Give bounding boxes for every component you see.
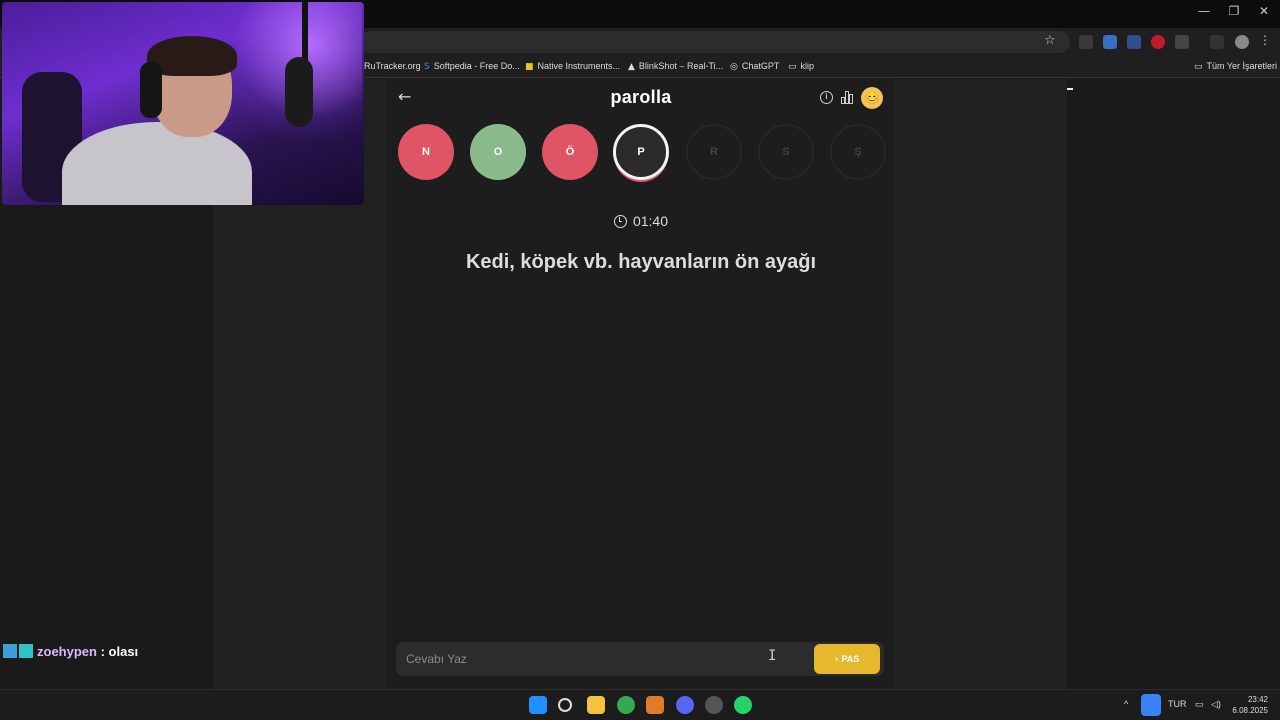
discord-icon[interactable]	[676, 696, 694, 714]
tray-chevron-up-icon[interactable]: ^	[1124, 699, 1128, 709]
restore-button[interactable]: ❐	[1219, 4, 1249, 18]
all-bookmarks[interactable]: ▭ Tüm Yer İşaretleri	[1194, 61, 1277, 72]
close-window-button[interactable]: ✕	[1249, 4, 1279, 18]
chrome-icon[interactable]	[617, 696, 635, 714]
bookmark-star-icon[interactable]: ☆	[1044, 33, 1056, 48]
record-extension-icon[interactable]	[1151, 35, 1165, 49]
windows-taskbar: ^ TUR ▭ ◁) 23:42 6.08.2025	[0, 689, 1280, 720]
stats-icon[interactable]	[841, 90, 855, 104]
system-clock[interactable]: 23:42 6.08.2025	[1228, 694, 1268, 716]
bookmark-softpedia[interactable]: S Softpedia - Free Do...	[424, 61, 520, 72]
countdown-timer: 01:40	[386, 213, 896, 229]
minimize-button[interactable]: —	[1189, 4, 1219, 18]
letter-circle-r: R	[686, 124, 742, 180]
softpedia-icon: S	[424, 62, 430, 72]
extension-icon[interactable]	[1079, 35, 1093, 49]
answer-bar: ›PAS	[396, 642, 884, 676]
letter-circle-o-umlaut: Ö	[542, 124, 598, 180]
bookmark-rutracker[interactable]: RuTracker.org	[364, 61, 421, 71]
scroll-indicator	[1067, 88, 1073, 90]
chat-badge-icon	[3, 644, 17, 658]
start-menu-icon[interactable]	[529, 696, 547, 714]
app-icon[interactable]	[705, 696, 723, 714]
parolla-game-panel: ← parolla i 😊 N O Ö P R S Ş 01:40 Kedi, …	[385, 79, 895, 689]
clock-icon	[613, 215, 627, 228]
clock-date: 6.08.2025	[1232, 706, 1268, 715]
info-icon[interactable]: i	[820, 91, 833, 104]
letter-circle-s-cedilla: Ş	[830, 124, 886, 180]
folder-icon: ▭	[1194, 62, 1203, 72]
triangle-icon: ▲	[628, 62, 635, 72]
profile-avatar-icon[interactable]	[1235, 35, 1249, 49]
language-indicator[interactable]: TUR	[1168, 699, 1187, 709]
answer-input[interactable]	[406, 642, 806, 676]
chatgpt-icon: ◎	[730, 62, 738, 72]
chat-text: olası	[108, 644, 139, 659]
search-icon[interactable]	[558, 698, 572, 712]
chat-message: zoehypen : olası	[3, 644, 138, 659]
microphone-icon[interactable]	[1141, 694, 1161, 716]
headset-image	[140, 62, 162, 118]
timer-value: 01:40	[632, 213, 669, 229]
bookmark-native-instruments[interactable]: ■ Native Instruments...	[525, 61, 620, 72]
user-avatar[interactable]: 😊	[861, 87, 883, 109]
chat-badge-icon	[19, 644, 33, 658]
chat-separator: :	[96, 644, 109, 659]
page-side-area	[1067, 79, 1280, 689]
bookmark-blinkshot[interactable]: ▲ BlinkShot – Real-Ti...	[628, 61, 723, 72]
network-icon[interactable]: ▭	[1195, 699, 1204, 710]
question-text: Kedi, köpek vb. hayvanların ön ayağı	[465, 251, 817, 273]
file-explorer-icon[interactable]	[587, 696, 605, 714]
chat-username: zoehypen	[37, 644, 97, 659]
microphone-image	[285, 57, 313, 127]
fl-studio-icon[interactable]	[646, 696, 664, 714]
pass-button[interactable]: › PAS	[814, 644, 880, 674]
clock-time: 23:42	[1247, 695, 1268, 704]
extensions-puzzle-icon[interactable]	[1175, 35, 1189, 49]
extension-icon[interactable]	[1127, 35, 1141, 49]
reading-list-icon[interactable]	[1210, 35, 1224, 49]
pass-label: PAS	[841, 653, 860, 664]
whatsapp-icon[interactable]	[734, 696, 752, 714]
folder-icon: ■	[525, 62, 534, 72]
letter-circle-o: O	[470, 124, 526, 180]
bookmark-klip[interactable]: ▭ klip	[788, 61, 814, 72]
letter-circle-p: P	[613, 124, 669, 180]
folder-icon: ▭	[788, 62, 797, 72]
letter-circle-s: S	[758, 124, 814, 180]
chevron-right-icon: ›	[834, 654, 839, 665]
volume-icon[interactable]: ◁)	[1211, 699, 1221, 710]
browser-menu-icon[interactable]: ⋮	[1259, 33, 1273, 47]
letter-circle-n: N	[398, 124, 454, 180]
address-bar[interactable]	[360, 31, 1070, 53]
text-cursor-icon: I	[768, 648, 777, 664]
letter-track: N O Ö P R S Ş	[398, 124, 888, 184]
webcam-overlay	[2, 2, 364, 205]
bookmark-chatgpt[interactable]: ◎ ChatGPT	[730, 61, 779, 72]
translate-extension-icon[interactable]	[1103, 35, 1117, 49]
